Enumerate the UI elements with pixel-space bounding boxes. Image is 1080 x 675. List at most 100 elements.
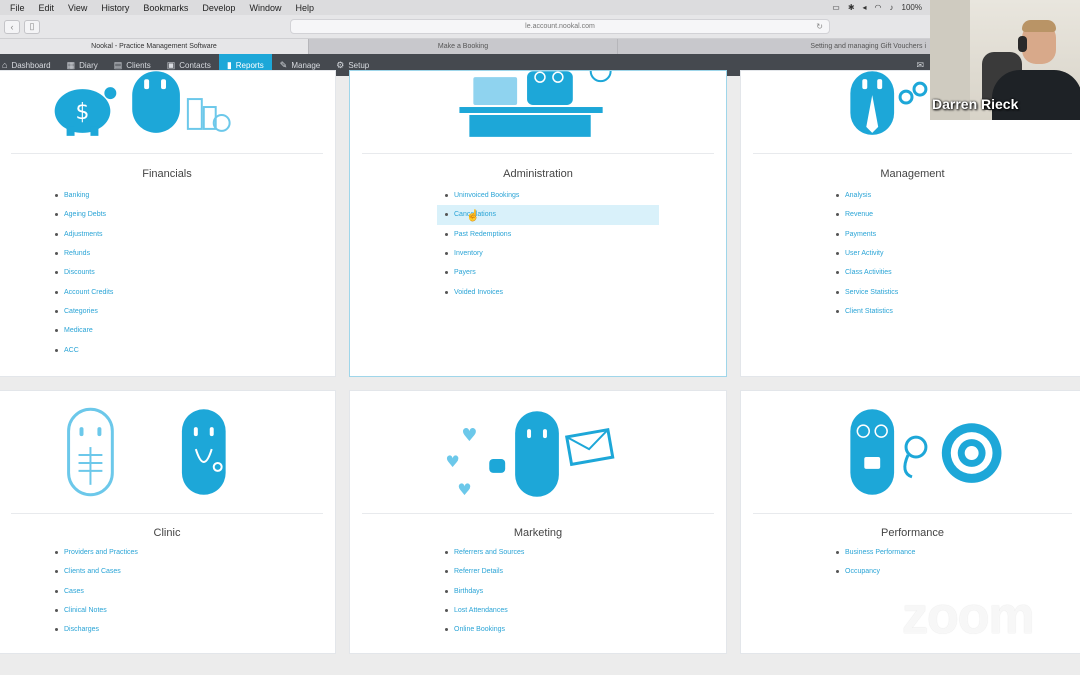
home-icon: ⌂: [2, 60, 8, 70]
report-link-online-bookings[interactable]: Online Bookings: [445, 620, 524, 639]
report-link-revenue[interactable]: Revenue: [836, 205, 898, 224]
clients-icon: ▤: [113, 59, 123, 70]
menu-bookmarks[interactable]: Bookmarks: [136, 3, 195, 13]
report-card-financials: $ Financials Banking Ageing Debts Adjust…: [0, 70, 336, 377]
menu-view[interactable]: View: [61, 3, 94, 13]
report-link-past-redemptions[interactable]: Past Redemptions: [445, 225, 659, 244]
divider: [362, 153, 714, 154]
menu-develop[interactable]: Develop: [195, 3, 242, 13]
address-bar[interactable]: le.account.nookal.com ↻: [290, 19, 830, 34]
card-title-performance: Performance: [881, 527, 944, 539]
performance-illustration: [850, 409, 1002, 495]
nav-setup-label: Setup: [348, 60, 370, 70]
marketer-character-icon: [489, 411, 559, 497]
bar-chart-icon: ▮: [226, 59, 232, 70]
card-title-marketing: Marketing: [513, 527, 563, 539]
report-link-providers-and-practices[interactable]: Providers and Practices: [55, 543, 138, 562]
financials-links: Banking Ageing Debts Adjustments Refunds…: [55, 186, 113, 360]
report-link-inventory[interactable]: Inventory: [445, 244, 659, 263]
coach-character-icon: [850, 409, 928, 495]
report-link-banking[interactable]: Banking: [55, 186, 113, 205]
mouse-pointer-icon: ☝: [466, 210, 480, 222]
report-link-medicare[interactable]: Medicare: [55, 321, 113, 340]
reload-icon[interactable]: ↻: [816, 22, 823, 31]
piggy-bank-icon: $: [54, 87, 117, 136]
svg-text:$: $: [76, 100, 90, 125]
divider: [753, 153, 1072, 154]
marketing-illustration: ♥ ♥ ♥: [445, 411, 615, 499]
battery-percent: 100%: [901, 3, 922, 12]
report-link-ageing-debts[interactable]: Ageing Debts: [55, 205, 113, 224]
report-link-clients-and-cases[interactable]: Clients and Cases: [55, 562, 138, 581]
sidebar-button[interactable]: ▯: [24, 19, 40, 34]
mail-icon[interactable]: ✉: [916, 60, 924, 71]
xray-character-icon: [67, 407, 114, 497]
report-card-marketing: ♥ ♥ ♥ Marketing Referrers and Sources Re…: [349, 390, 727, 654]
report-link-analysis[interactable]: Analysis: [836, 186, 898, 205]
card-title-management: Management: [880, 168, 945, 180]
report-link-referrers-and-sources[interactable]: Referrers and Sources: [445, 543, 524, 562]
browser-toolbar: ‹ ▯ le.account.nookal.com ↻: [0, 15, 930, 39]
nav-contacts-label: Contacts: [179, 60, 211, 70]
bluetooth-icon[interactable]: ✱: [848, 3, 855, 12]
coin-stack-icon: [186, 98, 231, 132]
menu-help[interactable]: Help: [288, 3, 321, 13]
report-link-categories[interactable]: Categories: [55, 302, 113, 321]
report-link-occupancy[interactable]: Occupancy: [836, 562, 915, 581]
report-link-acc[interactable]: ACC: [55, 340, 113, 359]
menu-history[interactable]: History: [94, 3, 136, 13]
clinic-links: Providers and Practices Clients and Case…: [55, 543, 138, 639]
pill-character-icon: [132, 71, 180, 133]
financials-illustration: $: [54, 71, 231, 136]
report-link-refunds[interactable]: Refunds: [55, 244, 113, 263]
sidebar-icon: ▯: [29, 21, 35, 31]
report-link-payments[interactable]: Payments: [836, 225, 898, 244]
report-link-service-statistics[interactable]: Service Statistics: [836, 282, 898, 301]
report-link-birthdays[interactable]: Birthdays: [445, 582, 524, 601]
report-link-discounts[interactable]: Discounts: [55, 263, 113, 282]
screen-icon[interactable]: ▭: [832, 3, 840, 12]
report-link-business-performance[interactable]: Business Performance: [836, 543, 915, 562]
volume-icon[interactable]: ◂: [863, 3, 867, 12]
nav-manage-label: Manage: [291, 60, 321, 70]
administration-links: Uninvoiced Bookings Cancellations Past R…: [437, 186, 659, 302]
report-link-adjustments[interactable]: Adjustments: [55, 225, 113, 244]
manager-character-icon: [850, 71, 928, 135]
report-link-cases[interactable]: Cases: [55, 582, 138, 601]
menu-edit[interactable]: Edit: [32, 3, 62, 13]
sound-icon[interactable]: ♪: [890, 3, 894, 12]
report-link-clinical-notes[interactable]: Clinical Notes: [55, 601, 138, 620]
hearts-icon: ♥ ♥ ♥: [445, 425, 477, 499]
tab-gift-vouchers[interactable]: Setting and managing Gift Vouchers i: [618, 39, 930, 54]
target-icon: [941, 423, 1002, 483]
report-link-discharges[interactable]: Discharges: [55, 620, 138, 639]
contacts-icon: ▣: [166, 59, 176, 70]
back-button[interactable]: ‹: [4, 19, 20, 34]
tab-make-booking[interactable]: Make a Booking: [309, 39, 618, 54]
performance-links: Business Performance Occupancy: [836, 543, 915, 582]
report-link-payers[interactable]: Payers: [445, 263, 659, 282]
menubar-status-area: ▭ ✱ ◂ ◠ ♪ 100%: [832, 3, 930, 12]
desk-with-computer-icon: [459, 71, 612, 137]
doctor-character-icon: [181, 409, 226, 495]
envelope-icon: [565, 427, 615, 467]
report-link-client-statistics[interactable]: Client Statistics: [836, 302, 898, 321]
divider: [753, 513, 1072, 514]
report-card-administration: Administration Uninvoiced Bookings Cance…: [349, 70, 727, 377]
report-link-class-activities[interactable]: Class Activities: [836, 263, 898, 282]
card-title-financials: Financials: [142, 168, 192, 180]
wifi-icon[interactable]: ◠: [875, 3, 882, 12]
participant-name: Darren Rieck: [932, 96, 1019, 112]
report-link-voided-invoices[interactable]: Voided Invoices: [445, 282, 659, 301]
tab-nookal[interactable]: Nookal - Practice Management Software: [0, 39, 309, 54]
menu-file[interactable]: File: [0, 3, 32, 13]
divider: [362, 513, 714, 514]
report-link-account-credits[interactable]: Account Credits: [55, 282, 113, 301]
svg-text:♥: ♥: [457, 480, 471, 499]
report-link-lost-attendances[interactable]: Lost Attendances: [445, 601, 524, 620]
report-link-referrer-details[interactable]: Referrer Details: [445, 562, 524, 581]
report-link-uninvoiced-bookings[interactable]: Uninvoiced Bookings: [445, 186, 659, 205]
administration-illustration: [459, 71, 612, 137]
menu-window[interactable]: Window: [242, 3, 288, 13]
report-link-user-activity[interactable]: User Activity: [836, 244, 898, 263]
